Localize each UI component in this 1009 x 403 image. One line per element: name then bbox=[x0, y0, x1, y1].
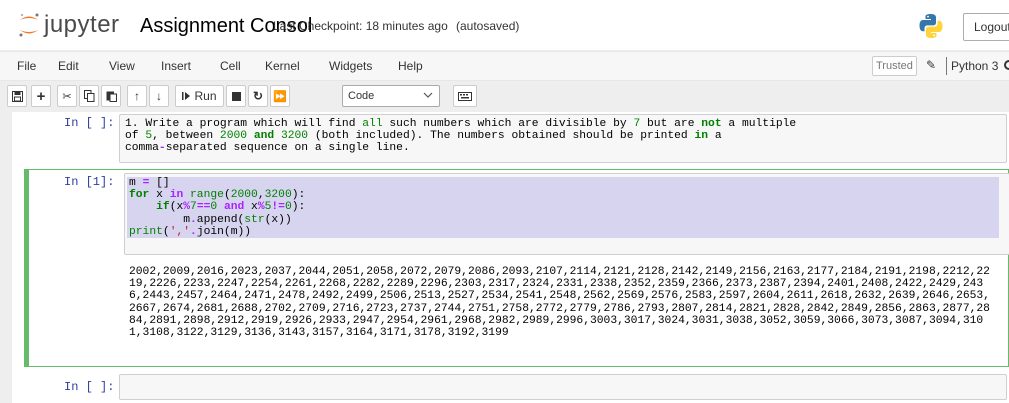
kernel-name[interactable]: Python 3 bbox=[951, 59, 998, 73]
output-line: 19,2226,2233,2247,2254,2261,2268,2282,22… bbox=[129, 278, 984, 291]
plus-icon: + bbox=[36, 87, 46, 105]
menubar: File Edit View Insert Cell Kernel Widget… bbox=[0, 51, 1009, 81]
menu-view[interactable]: View bbox=[109, 59, 135, 73]
move-down-button[interactable]: ↓ bbox=[149, 85, 169, 107]
insert-cell-button[interactable]: + bbox=[31, 85, 51, 107]
kernel-separator bbox=[946, 57, 947, 75]
menu-edit[interactable]: Edit bbox=[58, 59, 79, 73]
header: jupyter Assignment Consol Last Checkpoin… bbox=[0, 0, 1009, 50]
stop-icon bbox=[231, 91, 241, 101]
cut-button[interactable]: ✂ bbox=[57, 85, 77, 107]
python-logo-icon bbox=[919, 14, 943, 38]
copy-button[interactable] bbox=[79, 85, 99, 107]
output-line: 84,2891,2898,2912,2919,2926,2933,2947,29… bbox=[129, 314, 984, 327]
output-line: 6,2443,2457,2464,2471,2478,2492,2499,250… bbox=[129, 290, 990, 303]
run-icon bbox=[182, 92, 191, 100]
pencil-icon[interactable]: ✎ bbox=[926, 58, 936, 72]
save-icon bbox=[11, 90, 23, 102]
command-palette-button[interactable] bbox=[453, 85, 477, 107]
copy-icon bbox=[83, 90, 94, 102]
interrupt-button[interactable] bbox=[226, 85, 246, 107]
fast-forward-icon: ⏩ bbox=[273, 90, 287, 103]
run-button[interactable]: Run bbox=[175, 85, 224, 107]
code-line: print(','.join(m)) bbox=[129, 225, 252, 238]
save-button[interactable] bbox=[7, 85, 27, 107]
move-up-button[interactable]: ↑ bbox=[127, 85, 147, 107]
code-line: comma-separated sequence on a single lin… bbox=[125, 142, 410, 155]
toolbar: + ✂ ↑ ↓ Run ↻ ⏩ Code bbox=[0, 82, 1009, 112]
paste-icon bbox=[106, 91, 117, 102]
checkpoint-status: Last Checkpoint: 18 minutes ago bbox=[273, 19, 448, 33]
run-label: Run bbox=[194, 89, 217, 103]
scissors-icon: ✂ bbox=[62, 90, 72, 103]
cell-output: 2002,2009,2016,2023,2037,2044,2051,2058,… bbox=[129, 266, 990, 339]
code-line: for x in range(2000,3200): bbox=[129, 189, 306, 202]
paste-button[interactable] bbox=[101, 85, 121, 107]
cell-input-editor[interactable]: m = [] for x in range(2000,3200): if(x%7… bbox=[124, 173, 1009, 255]
jupyter-logo-icon bbox=[19, 13, 39, 37]
autosave-status: (autosaved) bbox=[456, 19, 520, 33]
jupyter-notebook-app: jupyter Assignment Consol Last Checkpoin… bbox=[0, 0, 1009, 403]
code-line: of 5, between 2000 and 3200 (both includ… bbox=[125, 130, 722, 143]
cell-prompt: In [ ]: bbox=[64, 380, 115, 394]
cell-prompt: In [ ]: bbox=[64, 116, 115, 130]
trusted-indicator[interactable]: Trusted bbox=[872, 56, 917, 76]
menu-help[interactable]: Help bbox=[398, 59, 423, 73]
kernel-status-icon bbox=[1004, 60, 1009, 70]
code-line: m.append(str(x)) bbox=[129, 213, 292, 226]
jupyter-logo[interactable]: jupyter bbox=[18, 11, 120, 39]
output-line: 1,3108,3122,3129,3136,3143,3157,3164,317… bbox=[129, 327, 509, 340]
keyboard-icon bbox=[458, 91, 472, 101]
arrow-down-icon: ↓ bbox=[156, 89, 162, 103]
logo-text: jupyter bbox=[44, 11, 120, 38]
cell-type-value: Code bbox=[348, 90, 375, 102]
restart-icon: ↻ bbox=[252, 89, 264, 103]
menu-widgets[interactable]: Widgets bbox=[329, 59, 372, 73]
output-line: 2667,2674,2681,2688,2702,2709,2716,2723,… bbox=[129, 302, 990, 315]
menu-cell[interactable]: Cell bbox=[220, 59, 241, 73]
notebook-container: In [ ]: 1. Write a program which will fi… bbox=[12, 112, 1009, 403]
restart-button[interactable]: ↻ bbox=[248, 85, 268, 107]
code-line: m = [] bbox=[129, 177, 170, 189]
menu-kernel[interactable]: Kernel bbox=[265, 59, 300, 73]
menu-file[interactable]: File bbox=[17, 59, 36, 73]
restart-run-all-button[interactable]: ⏩ bbox=[270, 85, 290, 107]
logout-button[interactable]: Logout bbox=[963, 13, 1009, 41]
menu-insert[interactable]: Insert bbox=[161, 59, 191, 73]
cell-prompt: In [1]: bbox=[64, 175, 115, 189]
output-line: 2002,2009,2016,2023,2037,2044,2051,2058,… bbox=[129, 266, 990, 278]
cell-type-select[interactable]: Code bbox=[342, 85, 440, 107]
cell-input-editor[interactable] bbox=[119, 374, 1007, 400]
code-line: 1. Write a program which will find all s… bbox=[125, 118, 797, 130]
selected-code-cell[interactable]: In [1]: m = [] for x in range(2000,3200)… bbox=[24, 169, 1009, 367]
chevron-down-icon bbox=[423, 92, 433, 98]
arrow-up-icon: ↑ bbox=[134, 89, 140, 103]
cell-input-editor[interactable]: 1. Write a program which will find all s… bbox=[119, 114, 1007, 163]
code-line: if(x%7==0 and x%5!=0): bbox=[156, 201, 306, 214]
notebook-area: In [ ]: 1. Write a program which will fi… bbox=[0, 112, 1009, 403]
code-block: m = [] for x in range(2000,3200): if(x%7… bbox=[129, 177, 305, 238]
